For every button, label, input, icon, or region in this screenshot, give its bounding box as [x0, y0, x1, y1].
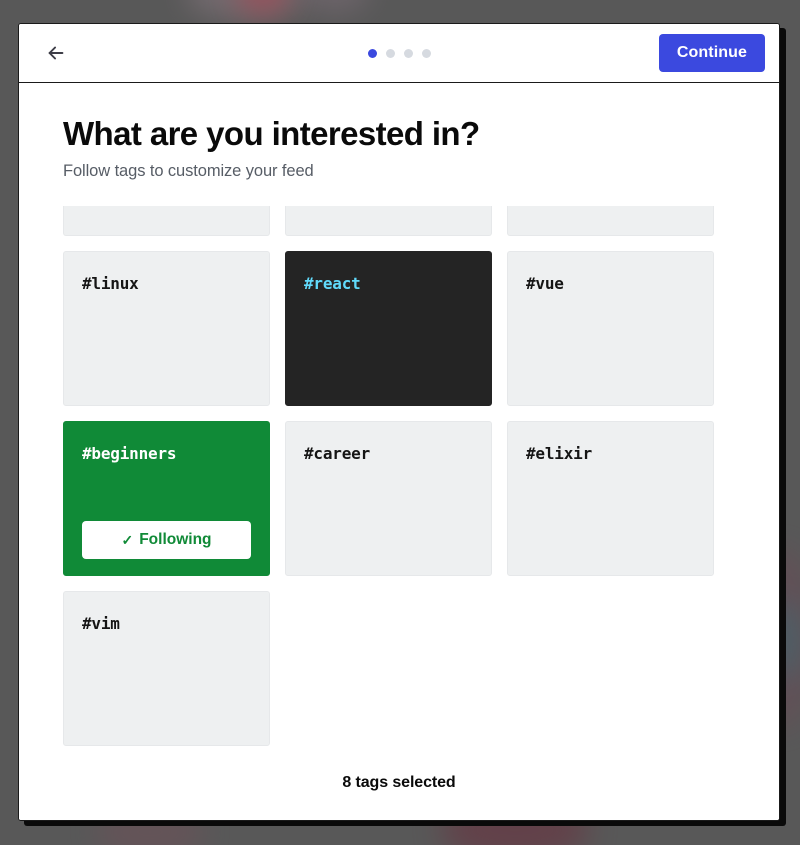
- arrow-left-icon: [45, 42, 67, 64]
- tag-name: #react: [304, 273, 361, 293]
- progress-dot-4[interactable]: [421, 48, 431, 58]
- tag-card[interactable]: #react: [285, 250, 492, 406]
- tag-name: #career: [304, 443, 371, 463]
- progress-dot-2[interactable]: [385, 48, 395, 58]
- tag-name: #linux: [82, 273, 139, 293]
- tag-card[interactable]: #career: [285, 420, 492, 576]
- tag-name: #vim: [82, 613, 120, 633]
- tag-card[interactable]: #vim: [63, 590, 270, 746]
- tag-card[interactable]: #vue: [507, 250, 714, 406]
- tag-name: #vue: [526, 273, 564, 293]
- modal-header: Continue: [19, 24, 779, 83]
- following-button-label: Following: [139, 530, 212, 548]
- tag-name: #beginners: [82, 443, 177, 463]
- tag-card-partial[interactable]: [63, 205, 270, 236]
- tag-grid: #linux #react #vue #beginners ✓ Following #car…: [63, 205, 714, 746]
- page-title: What are you interested in?: [63, 115, 480, 152]
- check-icon: ✓: [121, 531, 134, 548]
- page-subtitle: Follow tags to customize your feed: [63, 161, 314, 180]
- backdrop-blur-shape: [300, 0, 370, 14]
- following-button[interactable]: ✓ Following: [82, 520, 251, 559]
- progress-dot-3[interactable]: [403, 48, 413, 58]
- continue-button[interactable]: Continue: [658, 34, 765, 72]
- selected-count-label: 8 tags selected: [342, 774, 456, 791]
- back-button[interactable]: [39, 36, 73, 70]
- tag-card-partial[interactable]: [285, 205, 492, 236]
- tag-card[interactable]: #beginners ✓ Following: [63, 420, 270, 576]
- modal-body: What are you interested in? Follow tags …: [19, 83, 779, 746]
- tag-grid-scroll-area[interactable]: #linux #react #vue #beginners ✓ Following #car…: [63, 205, 735, 746]
- tag-card[interactable]: #linux: [63, 250, 270, 406]
- tag-card-partial[interactable]: [507, 205, 714, 236]
- modal-footer: 8 tags selected: [19, 746, 779, 820]
- onboarding-modal: Continue What are you interested in? Fol…: [18, 23, 780, 821]
- tag-name: #elixir: [526, 443, 593, 463]
- tag-card[interactable]: #elixir: [507, 420, 714, 576]
- progress-dot-1[interactable]: [367, 48, 377, 58]
